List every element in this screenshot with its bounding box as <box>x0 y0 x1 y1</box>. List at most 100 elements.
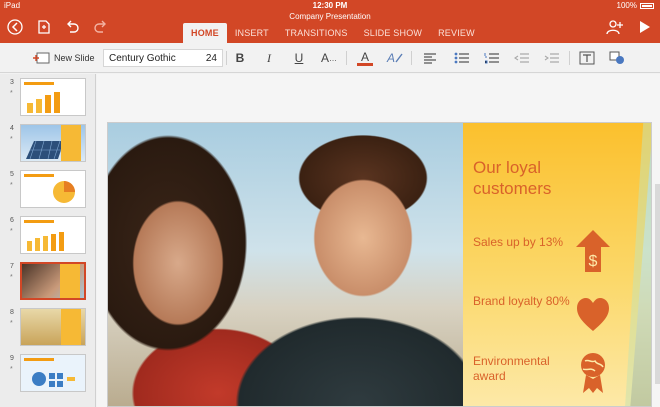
slide-preview[interactable] <box>20 308 86 346</box>
redo-button[interactable] <box>91 17 111 37</box>
file-button[interactable] <box>34 17 54 37</box>
toolbar-divider <box>346 51 347 65</box>
highlight-button[interactable]: A <box>385 49 405 67</box>
slide-title[interactable]: Our loyal customers <box>473 157 613 199</box>
bold-button[interactable]: B <box>230 49 250 67</box>
font-size[interactable]: 24 <box>206 53 217 64</box>
new-slide-icon <box>33 52 50 64</box>
current-slide[interactable]: Our loyal customers Sales up by 13% $ Br… <box>107 122 652 407</box>
slide-preview[interactable] <box>20 170 86 208</box>
slide-preview[interactable] <box>20 124 86 162</box>
slide-marker: * <box>10 228 13 235</box>
slide-preview[interactable] <box>20 216 86 254</box>
column-chart-icon <box>27 232 64 251</box>
slide-number: 6 <box>10 217 14 224</box>
globe-award-icon <box>581 353 605 393</box>
slide-marker: * <box>10 320 13 327</box>
thumbnail-slide-9[interactable]: 9 * <box>0 352 96 396</box>
tab-slide-show[interactable]: SLIDE SHOW <box>356 23 431 43</box>
redo-icon <box>94 20 106 33</box>
thumb-title-bar <box>24 82 54 85</box>
add-person-icon <box>606 20 623 35</box>
new-slide-button[interactable]: New Slide <box>32 49 95 67</box>
pen-icon <box>395 53 403 63</box>
bar-chart-icon <box>27 92 60 113</box>
battery-indicator: 100% <box>617 1 654 10</box>
text-box-button[interactable] <box>577 49 597 67</box>
infographic-icon <box>32 372 75 387</box>
slide-preview-selected[interactable] <box>20 262 86 300</box>
slide-item-award[interactable]: Environmental award <box>473 354 573 384</box>
svg-text:$: $ <box>589 253 598 270</box>
battery-icon <box>640 2 654 9</box>
slide-item-loyalty[interactable]: Brand loyalty 80% <box>473 294 573 309</box>
ribbon-tabs: HOME INSERT TRANSITIONS SLIDE SHOW REVIE… <box>183 23 483 43</box>
indent-icon <box>544 53 559 63</box>
thumbnail-slide-4[interactable]: 4 * <box>0 122 96 166</box>
file-icon <box>38 20 50 34</box>
align-left-button[interactable] <box>420 49 440 67</box>
slide-marker: * <box>10 274 13 281</box>
slide-number: 7 <box>10 263 14 270</box>
font-name: Century Gothic <box>109 52 176 64</box>
font-color-swatch <box>357 62 373 66</box>
font-color-button[interactable]: A <box>355 49 375 67</box>
numbering-button[interactable] <box>482 49 502 67</box>
status-bar: iPad 12:30 PM 100% <box>0 0 660 12</box>
undo-icon <box>67 20 79 33</box>
thumbnail-slide-8[interactable]: 8 * <box>0 306 96 350</box>
slide-preview[interactable] <box>20 78 86 116</box>
scroll-edge <box>655 184 660 384</box>
play-slideshow-button[interactable] <box>634 17 654 37</box>
slide-item-sales[interactable]: Sales up by 13% <box>473 235 573 250</box>
thumbnail-slide-6[interactable]: 6 * <box>0 214 96 258</box>
font-color-label: A <box>360 49 369 64</box>
decrease-indent-button[interactable] <box>512 49 532 67</box>
thumbnail-slide-3[interactable]: 3 * <box>0 76 96 120</box>
font-effects-button[interactable]: A… <box>319 49 339 67</box>
tab-home[interactable]: HOME <box>183 23 227 43</box>
undo-button[interactable] <box>62 17 82 37</box>
play-icon <box>640 21 650 33</box>
slide-canvas[interactable]: Our loyal customers Sales up by 13% $ Br… <box>97 74 660 407</box>
highlight-label: A <box>386 51 395 65</box>
slide-marker: * <box>10 366 13 373</box>
tab-review[interactable]: REVIEW <box>430 23 483 43</box>
thumbnail-slide-7[interactable]: 7 * <box>0 260 96 304</box>
clock: 12:30 PM <box>312 1 348 10</box>
solar-panel-image <box>26 140 64 160</box>
slide-number: 3 <box>10 79 14 86</box>
home-toolbar: New Slide Century Gothic 24 B I U A… A A <box>0 43 660 73</box>
italic-button[interactable]: I <box>259 49 279 67</box>
align-left-icon <box>424 53 436 64</box>
tab-insert[interactable]: INSERT <box>227 23 277 43</box>
thumb-title-bar <box>24 174 54 177</box>
increase-indent-button[interactable] <box>542 49 562 67</box>
powerpoint-app: iPad 12:30 PM 100% Company Presentation … <box>0 0 660 407</box>
dollar-arrow-icon: $ <box>576 230 610 272</box>
slide-marker: * <box>10 90 13 97</box>
thumb-title-bar <box>24 358 54 361</box>
thumb-accent-band <box>61 309 81 345</box>
tab-transitions[interactable]: TRANSITIONS <box>277 23 356 43</box>
ellipsis-icon: … <box>329 53 337 63</box>
font-selector[interactable]: Century Gothic 24 <box>103 49 223 67</box>
slide-thumbnail-pane[interactable]: 3 * 4 * 5 * 6 * 7 * 8 * 9 * <box>0 74 96 407</box>
outdent-icon <box>514 53 529 63</box>
slide-preview[interactable] <box>20 354 86 392</box>
back-button[interactable] <box>5 17 25 37</box>
toolbar-divider <box>411 51 412 65</box>
shapes-button[interactable] <box>607 49 627 67</box>
thumb-title-bar <box>24 220 54 223</box>
share-button[interactable] <box>605 17 625 37</box>
bullets-button[interactable] <box>452 49 472 67</box>
back-arrow-icon <box>7 19 23 35</box>
font-effects-label: A <box>320 51 329 65</box>
toolbar-divider <box>226 51 227 65</box>
shapes-icon <box>609 51 624 64</box>
underline-button[interactable]: U <box>289 49 309 67</box>
text-box-icon <box>579 51 595 65</box>
thumbnail-slide-5[interactable]: 5 * <box>0 168 96 212</box>
slide-number: 4 <box>10 125 14 132</box>
thumb-accent-band <box>61 125 81 161</box>
